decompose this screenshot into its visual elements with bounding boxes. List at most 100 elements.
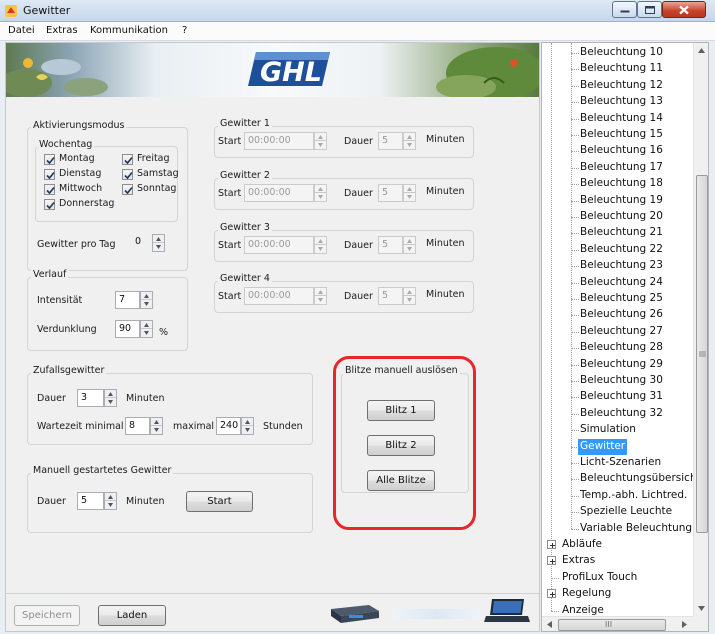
- checkbox-samstag[interactable]: [122, 169, 133, 180]
- expand-plus-icon[interactable]: [547, 540, 556, 549]
- weekday-label: Donnerstag: [59, 198, 115, 209]
- tree-vscroll-thumb[interactable]: [696, 175, 708, 533]
- close-button[interactable]: [662, 1, 706, 18]
- load-button[interactable]: Laden: [98, 605, 166, 626]
- tree-item[interactable]: Beleuchtung 15: [580, 127, 663, 143]
- wait-max-stepper[interactable]: [241, 417, 254, 435]
- storm-start-field[interactable]: 00:00:00: [244, 236, 314, 254]
- minimize-icon: [620, 10, 629, 12]
- storm-duration-field[interactable]: 5: [378, 132, 403, 150]
- tree-item[interactable]: Beleuchtung 26: [580, 307, 663, 323]
- tree-item[interactable]: Beleuchtung 12: [580, 78, 663, 94]
- tree-hscroll-thumb[interactable]: III: [558, 619, 666, 631]
- tree-item[interactable]: Temp.-abh. Lichtred.: [580, 488, 687, 504]
- random-duration-stepper[interactable]: [104, 389, 117, 407]
- storm-start-field[interactable]: 00:00:00: [244, 287, 314, 305]
- arrow-down-icon: [154, 428, 159, 432]
- tree-item[interactable]: Beleuchtung 16: [580, 143, 663, 159]
- checkbox-sonntag[interactable]: [122, 184, 133, 195]
- scroll-down-icon[interactable]: [698, 606, 705, 611]
- tree-item[interactable]: Spezielle Leuchte: [580, 504, 672, 520]
- tree-item[interactable]: Beleuchtung 22: [580, 242, 663, 258]
- tree-item[interactable]: Licht-Szenarien: [580, 455, 661, 471]
- tree-branch-line: [571, 53, 579, 54]
- menu-help[interactable]: ?: [182, 25, 187, 36]
- per-day-field[interactable]: 0: [132, 234, 152, 252]
- storm-start-stepper[interactable]: [314, 184, 327, 202]
- tree-guide-line: [571, 43, 572, 529]
- menu-extras[interactable]: Extras: [46, 25, 78, 36]
- tree-vertical-scrollbar[interactable]: [693, 43, 708, 616]
- tree-root-item[interactable]: Extras: [562, 553, 595, 569]
- per-day-stepper[interactable]: [152, 234, 165, 252]
- tree-item[interactable]: Simulation: [580, 422, 636, 438]
- tree-root-item[interactable]: Abläufe: [562, 537, 602, 553]
- storm-start-stepper[interactable]: [314, 236, 327, 254]
- scroll-left-icon[interactable]: [547, 621, 552, 628]
- tree-item[interactable]: Beleuchtung 18: [580, 176, 663, 192]
- storm-duration-field[interactable]: 5: [378, 287, 403, 305]
- storm-start-field[interactable]: 00:00:00: [244, 184, 314, 202]
- intensity-stepper[interactable]: [140, 291, 153, 309]
- tree-item[interactable]: Beleuchtung 25: [580, 291, 663, 307]
- menu-kommunikation[interactable]: Kommunikation: [90, 25, 168, 36]
- tree-item[interactable]: Beleuchtungsübersicht: [580, 471, 701, 487]
- wait-min-stepper[interactable]: [150, 417, 163, 435]
- darkening-field[interactable]: 90: [115, 320, 140, 338]
- window-title: Gewitter: [23, 4, 71, 17]
- save-button[interactable]: Speichern: [14, 605, 80, 626]
- tree-root-item[interactable]: ProfiLux Touch: [562, 570, 637, 586]
- storm-start-stepper[interactable]: [314, 132, 327, 150]
- storm-duration-stepper[interactable]: [403, 287, 416, 305]
- expand-plus-icon[interactable]: [547, 589, 556, 599]
- storm-duration-field[interactable]: 5: [378, 236, 403, 254]
- tree-item[interactable]: Beleuchtung 24: [580, 275, 663, 291]
- darkening-stepper[interactable]: [140, 320, 153, 338]
- tree-item[interactable]: Beleuchtung 32: [580, 406, 663, 422]
- tree-item[interactable]: Beleuchtung 17: [580, 160, 663, 176]
- tree-item[interactable]: Beleuchtung 27: [580, 324, 663, 340]
- wait-min-label: Wartezeit minimal: [37, 421, 124, 432]
- tree-item[interactable]: Beleuchtung 30: [580, 373, 663, 389]
- tree-item[interactable]: Beleuchtung 14: [580, 111, 663, 127]
- tree-item[interactable]: Beleuchtung 10: [580, 45, 663, 61]
- tree-horizontal-scrollbar[interactable]: III: [542, 616, 693, 631]
- storm-duration-stepper[interactable]: [403, 184, 416, 202]
- storm-duration-field[interactable]: 5: [378, 184, 403, 202]
- scroll-right-icon[interactable]: [682, 621, 687, 628]
- tree-root-item[interactable]: Regelung: [562, 586, 611, 602]
- checkbox-mittwoch[interactable]: [44, 184, 55, 195]
- tree-item[interactable]: Beleuchtung 29: [580, 357, 663, 373]
- tree-item[interactable]: Beleuchtung 13: [580, 94, 663, 110]
- menu-datei[interactable]: Datei: [8, 25, 35, 36]
- tree-item[interactable]: Beleuchtung 23: [580, 258, 663, 274]
- tree-item[interactable]: Beleuchtung 20: [580, 209, 663, 225]
- checkbox-dienstag[interactable]: [44, 169, 55, 180]
- arrow-down-icon: [245, 428, 250, 432]
- maximize-button[interactable]: [637, 1, 662, 18]
- wait-max-field[interactable]: 240: [216, 417, 241, 435]
- intensity-field[interactable]: 7: [115, 291, 140, 309]
- checkbox-donnerstag[interactable]: [44, 199, 55, 210]
- minimize-button[interactable]: [612, 1, 637, 18]
- manual-duration-stepper[interactable]: [104, 492, 117, 510]
- checkbox-montag[interactable]: [44, 154, 55, 165]
- tree-item[interactable]: Beleuchtung 28: [580, 340, 663, 356]
- checkbox-freitag[interactable]: [122, 154, 133, 165]
- storm-start-field[interactable]: 00:00:00: [244, 132, 314, 150]
- tree-item[interactable]: Variable Beleuchtung: [580, 521, 692, 537]
- manual-duration-field[interactable]: 5: [77, 492, 104, 510]
- wait-min-field[interactable]: 8: [125, 417, 150, 435]
- scroll-up-icon[interactable]: [698, 48, 705, 53]
- random-duration-field[interactable]: 3: [77, 389, 104, 407]
- tree-item[interactable]: Beleuchtung 31: [580, 389, 663, 405]
- tree-item[interactable]: Beleuchtung 11: [580, 61, 663, 77]
- tree-item[interactable]: Beleuchtung 21: [580, 225, 663, 241]
- tree-item-selected[interactable]: Gewitter: [578, 438, 628, 455]
- storm-start-stepper[interactable]: [314, 287, 327, 305]
- expand-plus-icon[interactable]: [547, 556, 556, 566]
- tree-item[interactable]: Beleuchtung 19: [580, 193, 663, 209]
- storm-duration-stepper[interactable]: [403, 132, 416, 150]
- storm-duration-stepper[interactable]: [403, 236, 416, 254]
- manual-start-button[interactable]: Start: [186, 491, 253, 512]
